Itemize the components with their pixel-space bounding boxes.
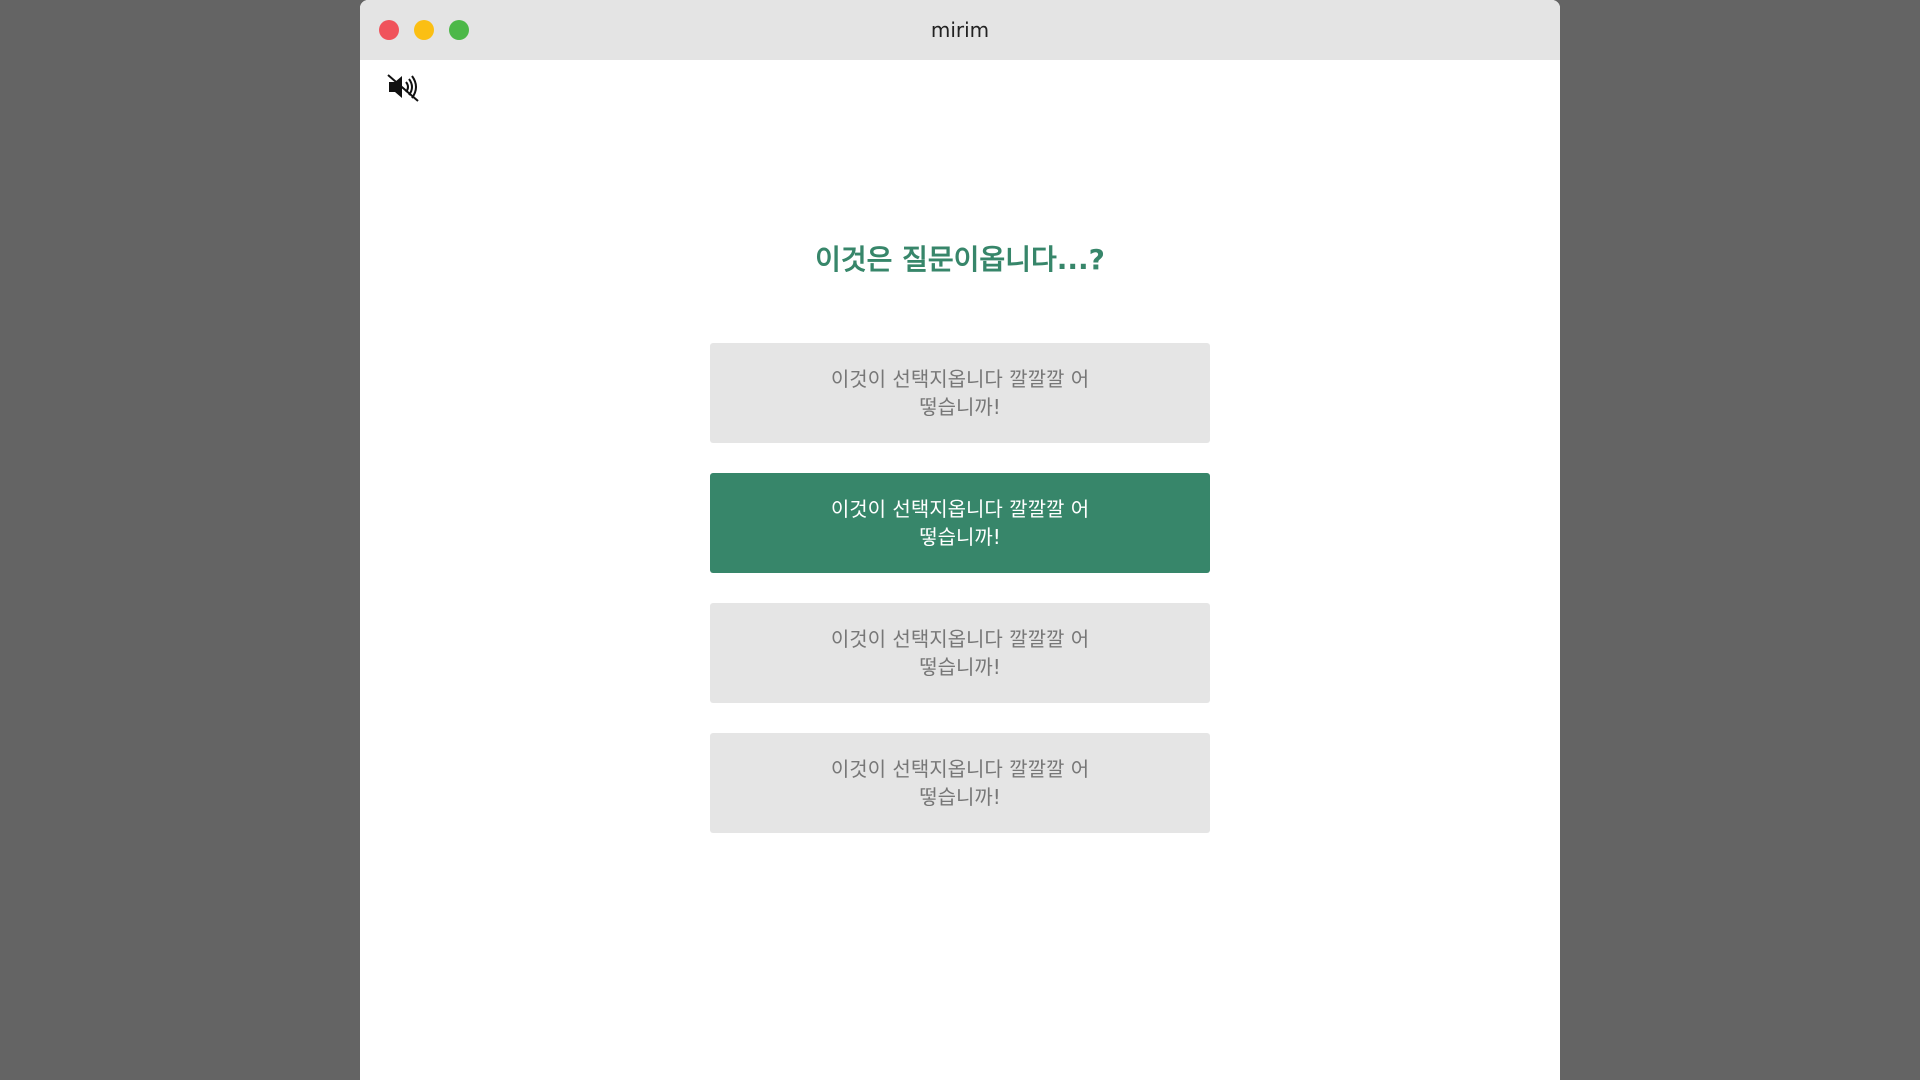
speaker-muted-icon [387,74,419,102]
choice-option-3[interactable]: 이것이 선택지옵니다 깔깔깔 어떻습니까! [710,603,1210,703]
choice-option-4[interactable]: 이것이 선택지옵니다 깔깔깔 어떻습니까! [710,733,1210,833]
window-title: mirim [930,18,990,42]
title-bar: mirim [360,0,1560,60]
choice-option-label: 이것이 선택지옵니다 깔깔깔 어떻습니까! [830,757,1090,809]
mute-toggle-button[interactable] [386,72,422,102]
choice-option-label: 이것이 선택지옵니다 깔깔깔 어떻습니까! [830,627,1090,679]
choice-option-1[interactable]: 이것이 선택지옵니다 깔깔깔 어떻습니까! [710,343,1210,443]
app-window: mirim 이것은 질문이옵니다...? 이것이 선택지옵니다 깔깔깔 어떻습니… [360,0,1560,1080]
choice-option-2[interactable]: 이것이 선택지옵니다 깔깔깔 어떻습니까! [710,473,1210,573]
choice-option-label: 이것이 선택지옵니다 깔깔깔 어떻습니까! [830,367,1090,419]
choice-option-label: 이것이 선택지옵니다 깔깔깔 어떻습니까! [830,497,1090,549]
question-title: 이것은 질문이옵니다...? [815,243,1105,276]
